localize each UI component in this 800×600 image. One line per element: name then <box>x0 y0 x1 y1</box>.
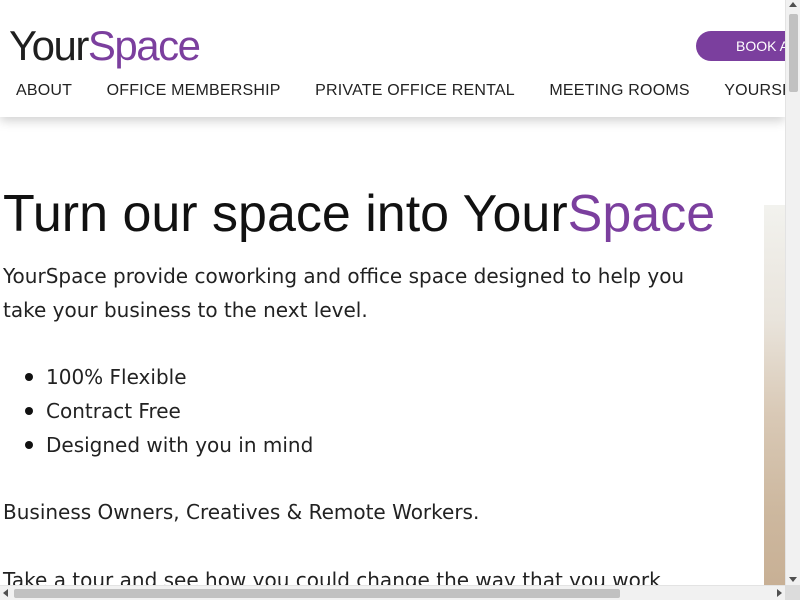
hero-intro: YourSpace provide coworking and office s… <box>3 259 684 327</box>
nav-item-yourspace-network[interactable]: YOURSPACE NETWORK <box>724 82 785 100</box>
scrollbar-corner <box>785 585 800 600</box>
tour-text: Take a tour and see how you could change… <box>3 568 661 585</box>
nav-item-about[interactable]: ABOUT <box>16 82 72 100</box>
hero-heading: Turn our space into YourSpace <box>3 183 715 245</box>
scroll-down-arrow-icon[interactable] <box>789 577 797 582</box>
page-viewport: YourSpace BOOK A TOUR ABOUT OFFICE MEMBE… <box>0 0 785 585</box>
logo-text-your: Your <box>9 22 89 69</box>
logo-text-space: Space <box>87 22 201 69</box>
audience-text: Business Owners, Creatives & Remote Work… <box>3 500 480 524</box>
feature-item: 100% Flexible <box>24 360 313 394</box>
feature-list: 100% Flexible Contract Free Designed wit… <box>24 360 313 462</box>
main-nav: ABOUT OFFICE MEMBERSHIP PRIVATE OFFICE R… <box>16 82 785 100</box>
hero-intro-line-1: YourSpace provide coworking and office s… <box>3 264 685 288</box>
nav-item-meeting-rooms[interactable]: MEETING ROOMS <box>549 82 689 100</box>
horizontal-scrollbar[interactable] <box>0 585 785 600</box>
book-tour-button[interactable]: BOOK A TOUR <box>696 31 785 61</box>
scroll-up-arrow-icon[interactable] <box>789 2 797 7</box>
hero-heading-accent: Space <box>567 185 716 243</box>
nav-item-private-office-rental[interactable]: PRIVATE OFFICE RENTAL <box>315 82 515 100</box>
nav-item-office-membership[interactable]: OFFICE MEMBERSHIP <box>107 82 281 100</box>
hero-heading-main: Turn our space into Your <box>3 185 568 243</box>
horizontal-scroll-thumb[interactable] <box>14 589 620 598</box>
hero-intro-line-2: take your business to the next level. <box>3 298 368 322</box>
vertical-scroll-thumb[interactable] <box>789 14 798 92</box>
office-photo <box>764 205 785 585</box>
feature-item: Contract Free <box>24 394 313 428</box>
vertical-scrollbar[interactable] <box>785 0 800 585</box>
site-logo[interactable]: YourSpace <box>9 22 201 70</box>
site-header: YourSpace BOOK A TOUR ABOUT OFFICE MEMBE… <box>0 0 785 117</box>
scroll-right-arrow-icon[interactable] <box>777 589 782 597</box>
scroll-left-arrow-icon[interactable] <box>3 589 8 597</box>
feature-item: Designed with you in mind <box>24 428 313 462</box>
